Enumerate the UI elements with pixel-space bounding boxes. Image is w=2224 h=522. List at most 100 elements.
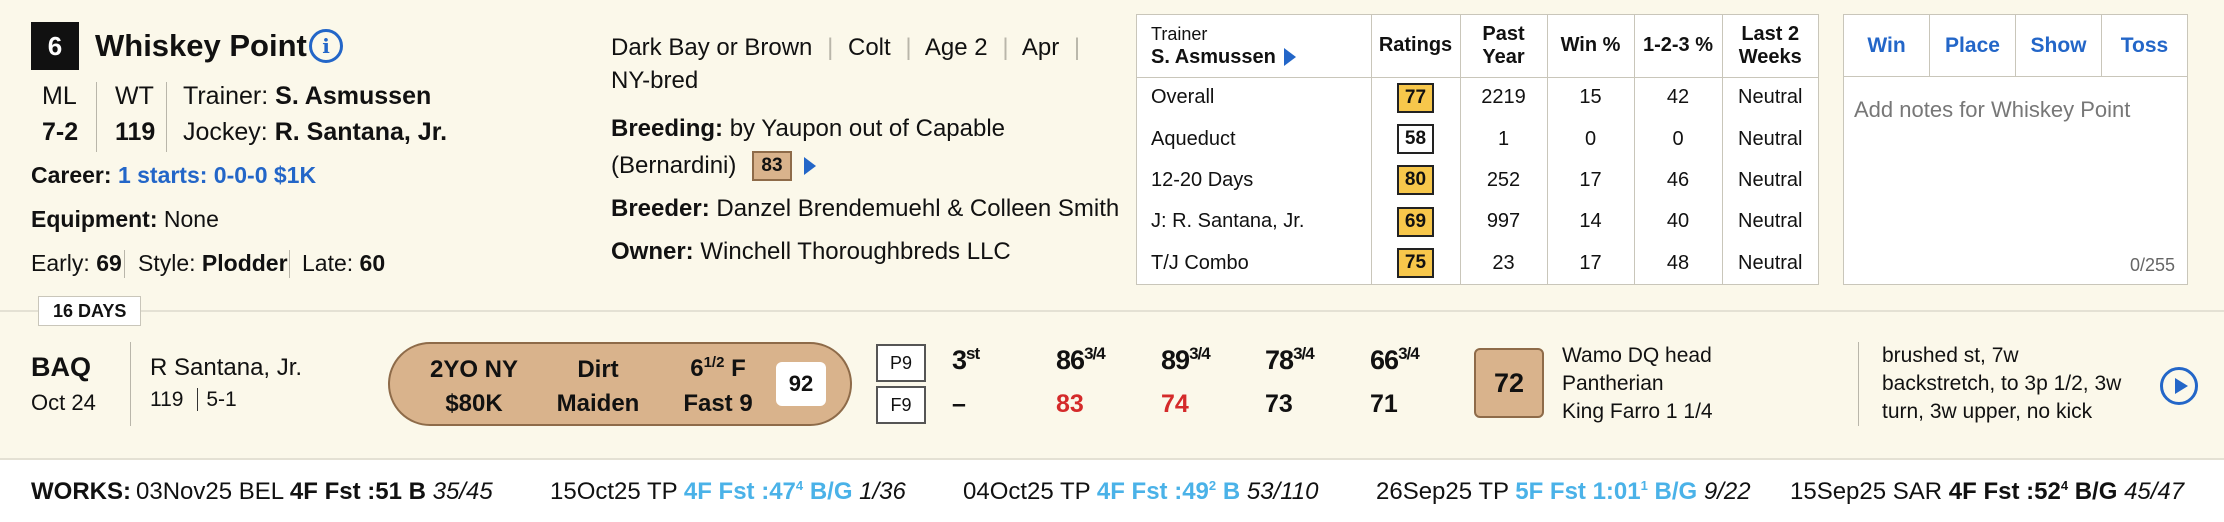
ml-label: ML: [42, 82, 77, 110]
age-value: Age 2: [924, 34, 988, 61]
rating-badge: 58: [1397, 124, 1434, 155]
table-row: Aqueduct 58 1 0 0 Neutral: [1137, 118, 1818, 160]
last-2-weeks-cell: Neutral: [1738, 127, 1803, 150]
play-replay-icon[interactable]: [2160, 367, 2198, 405]
breeder-label: Breeder:: [611, 195, 710, 222]
call-position: 3st: [952, 344, 980, 375]
breeding-label: Breeding:: [611, 115, 724, 142]
table-row: T/J Combo 75 23 17 48 Neutral: [1137, 242, 1818, 284]
post-position: P9: [876, 344, 926, 382]
morning-line-odds: 7-2: [42, 118, 79, 146]
divider: [96, 82, 97, 152]
days-since-badge: 16 DAYS: [38, 296, 142, 326]
win-pct-cell: 14: [1547, 201, 1635, 243]
divider: [130, 342, 131, 426]
finisher-3: King Farro 1 1/4: [1562, 400, 1713, 423]
call-figure: 73: [1265, 390, 1293, 418]
place-button[interactable]: Place: [1930, 15, 2016, 76]
call-figure: 74: [1161, 390, 1189, 418]
equipment-label: Equipment:: [31, 206, 158, 232]
past-year-cell: 2219: [1460, 77, 1548, 119]
weight-value: 119: [115, 118, 156, 146]
horse-description: Dark Bay or Brown | Colt | Age 2 | Apr |: [611, 34, 1081, 61]
race-purse: $80K: [445, 390, 503, 417]
trip-comment: brushed st, 7w backstretch, to 3p 1/2, 3…: [1882, 344, 2122, 423]
pp-date: Oct 24: [31, 390, 96, 415]
call-figure: 71: [1370, 390, 1398, 418]
breeder-value: Danzel Brendemuehl & Colleen Smith: [716, 195, 1120, 222]
career-label: Career:: [31, 162, 112, 188]
trainer-header-label: Trainer: [1151, 23, 1208, 44]
trainer-name[interactable]: S. Asmussen: [275, 82, 431, 110]
trainer-row: Trainer: S. Asmussen: [183, 82, 431, 111]
win-pct-cell: 15: [1547, 77, 1635, 119]
itm-pct-header: 1-2-3 %: [1634, 15, 1723, 78]
itm-pct-cell: 42: [1634, 77, 1723, 119]
table-row: Overall 77 2219 15 42 Neutral: [1137, 77, 1818, 119]
owner-value: Winchell Thoroughbreds LLC: [700, 238, 1011, 265]
jockey-row: Jockey: R. Santana, Jr.: [183, 118, 447, 147]
speed-figure: 92: [776, 362, 826, 406]
win-button[interactable]: Win: [1844, 15, 1930, 76]
call-position: 863/4: [1056, 344, 1106, 375]
workout-item[interactable]: 04Oct25 TP 4F Fst :492 B 53/110: [963, 478, 1318, 506]
pace-row: Early: 69: [31, 250, 122, 277]
show-button[interactable]: Show: [2016, 15, 2102, 76]
style-row: Style: Plodder: [138, 250, 288, 277]
workout-item[interactable]: 15Oct25 TP 4F Fst :474 B/G 1/36: [550, 478, 906, 506]
last-2-weeks-cell: Neutral: [1738, 168, 1803, 191]
pp-weight: 119: [150, 388, 184, 411]
late-label: Late:: [302, 250, 354, 276]
expand-arrow-icon[interactable]: [804, 157, 816, 175]
last-2-weeks-cell: Neutral: [1738, 86, 1803, 109]
itm-pct-cell: 40: [1634, 201, 1723, 243]
field-size: F9: [876, 386, 926, 424]
expand-arrow-icon[interactable]: [1283, 48, 1296, 67]
past-year-cell: 1: [1460, 118, 1548, 160]
rating-badge: 75: [1397, 248, 1434, 279]
breeding-value: by Yaupon out of Capable: [729, 115, 1006, 142]
jockey-label: Jockey:: [183, 118, 268, 146]
horse-name[interactable]: Whiskey Point: [95, 28, 307, 64]
itm-pct-cell: 46: [1634, 159, 1723, 202]
workout-item[interactable]: 03Nov25 BEL 4F Fst :51 B 35/45: [136, 478, 493, 506]
finisher-2: Pantherian: [1562, 372, 1664, 395]
rating-badge: 77: [1397, 82, 1434, 113]
wager-notes-panel: Win Place Show Toss 0/255: [1843, 14, 2188, 285]
pp-track[interactable]: BAQ: [31, 352, 91, 383]
last-2-weeks-cell: Neutral: [1738, 210, 1803, 233]
divider: [289, 250, 290, 278]
works-label: WORKS:: [31, 478, 131, 505]
wt-label: WT: [115, 82, 154, 110]
notes-textarea[interactable]: [1844, 77, 2187, 284]
color-value: Dark Bay or Brown: [611, 34, 813, 61]
early-label: Early:: [31, 250, 90, 276]
equipment-row: Equipment: None: [31, 206, 219, 233]
rating-badge: 69: [1397, 206, 1434, 237]
jockey-name[interactable]: R. Santana, Jr.: [275, 118, 447, 146]
win-pct-cell: 17: [1547, 159, 1635, 202]
workout-item[interactable]: 15Sep25 SAR 4F Fst :524 B/G 45/47: [1790, 478, 2184, 506]
trainer-header-name: S. Asmussen: [1151, 45, 1276, 68]
row-label: Overall: [1137, 77, 1372, 119]
trainer-label: Trainer:: [183, 82, 269, 110]
program-number: 6: [31, 22, 79, 70]
toss-button[interactable]: Toss: [2102, 15, 2187, 76]
pp-odds: 5-1: [206, 388, 237, 411]
row-label: T/J Combo: [1137, 242, 1372, 284]
breeding-row: Breeding: by Yaupon out of Capable: [611, 115, 1005, 143]
workout-item[interactable]: 26Sep25 TP 5F Fst 1:011 B/G 9/22: [1376, 478, 1751, 506]
breeding-dam-sire: (Bernardini): [611, 152, 737, 179]
trainer-header[interactable]: Trainer S. Asmussen: [1137, 15, 1372, 78]
divider: [166, 82, 167, 152]
call-position: 663/4: [1370, 344, 1420, 375]
row-label: Aqueduct: [1137, 118, 1372, 160]
career-row: Career: 1 starts: 0-0-0 $1K: [31, 162, 316, 189]
early-value: 69: [96, 250, 122, 276]
ratings-header: Ratings: [1371, 15, 1461, 78]
career-record-link[interactable]: 1 starts: 0-0-0 $1K: [118, 162, 316, 188]
pp-jockey: R Santana, Jr.: [150, 354, 303, 381]
info-icon[interactable]: i: [309, 29, 343, 63]
row-label: J: R. Santana, Jr.: [1137, 201, 1372, 243]
itm-pct-cell: 48: [1634, 242, 1723, 284]
